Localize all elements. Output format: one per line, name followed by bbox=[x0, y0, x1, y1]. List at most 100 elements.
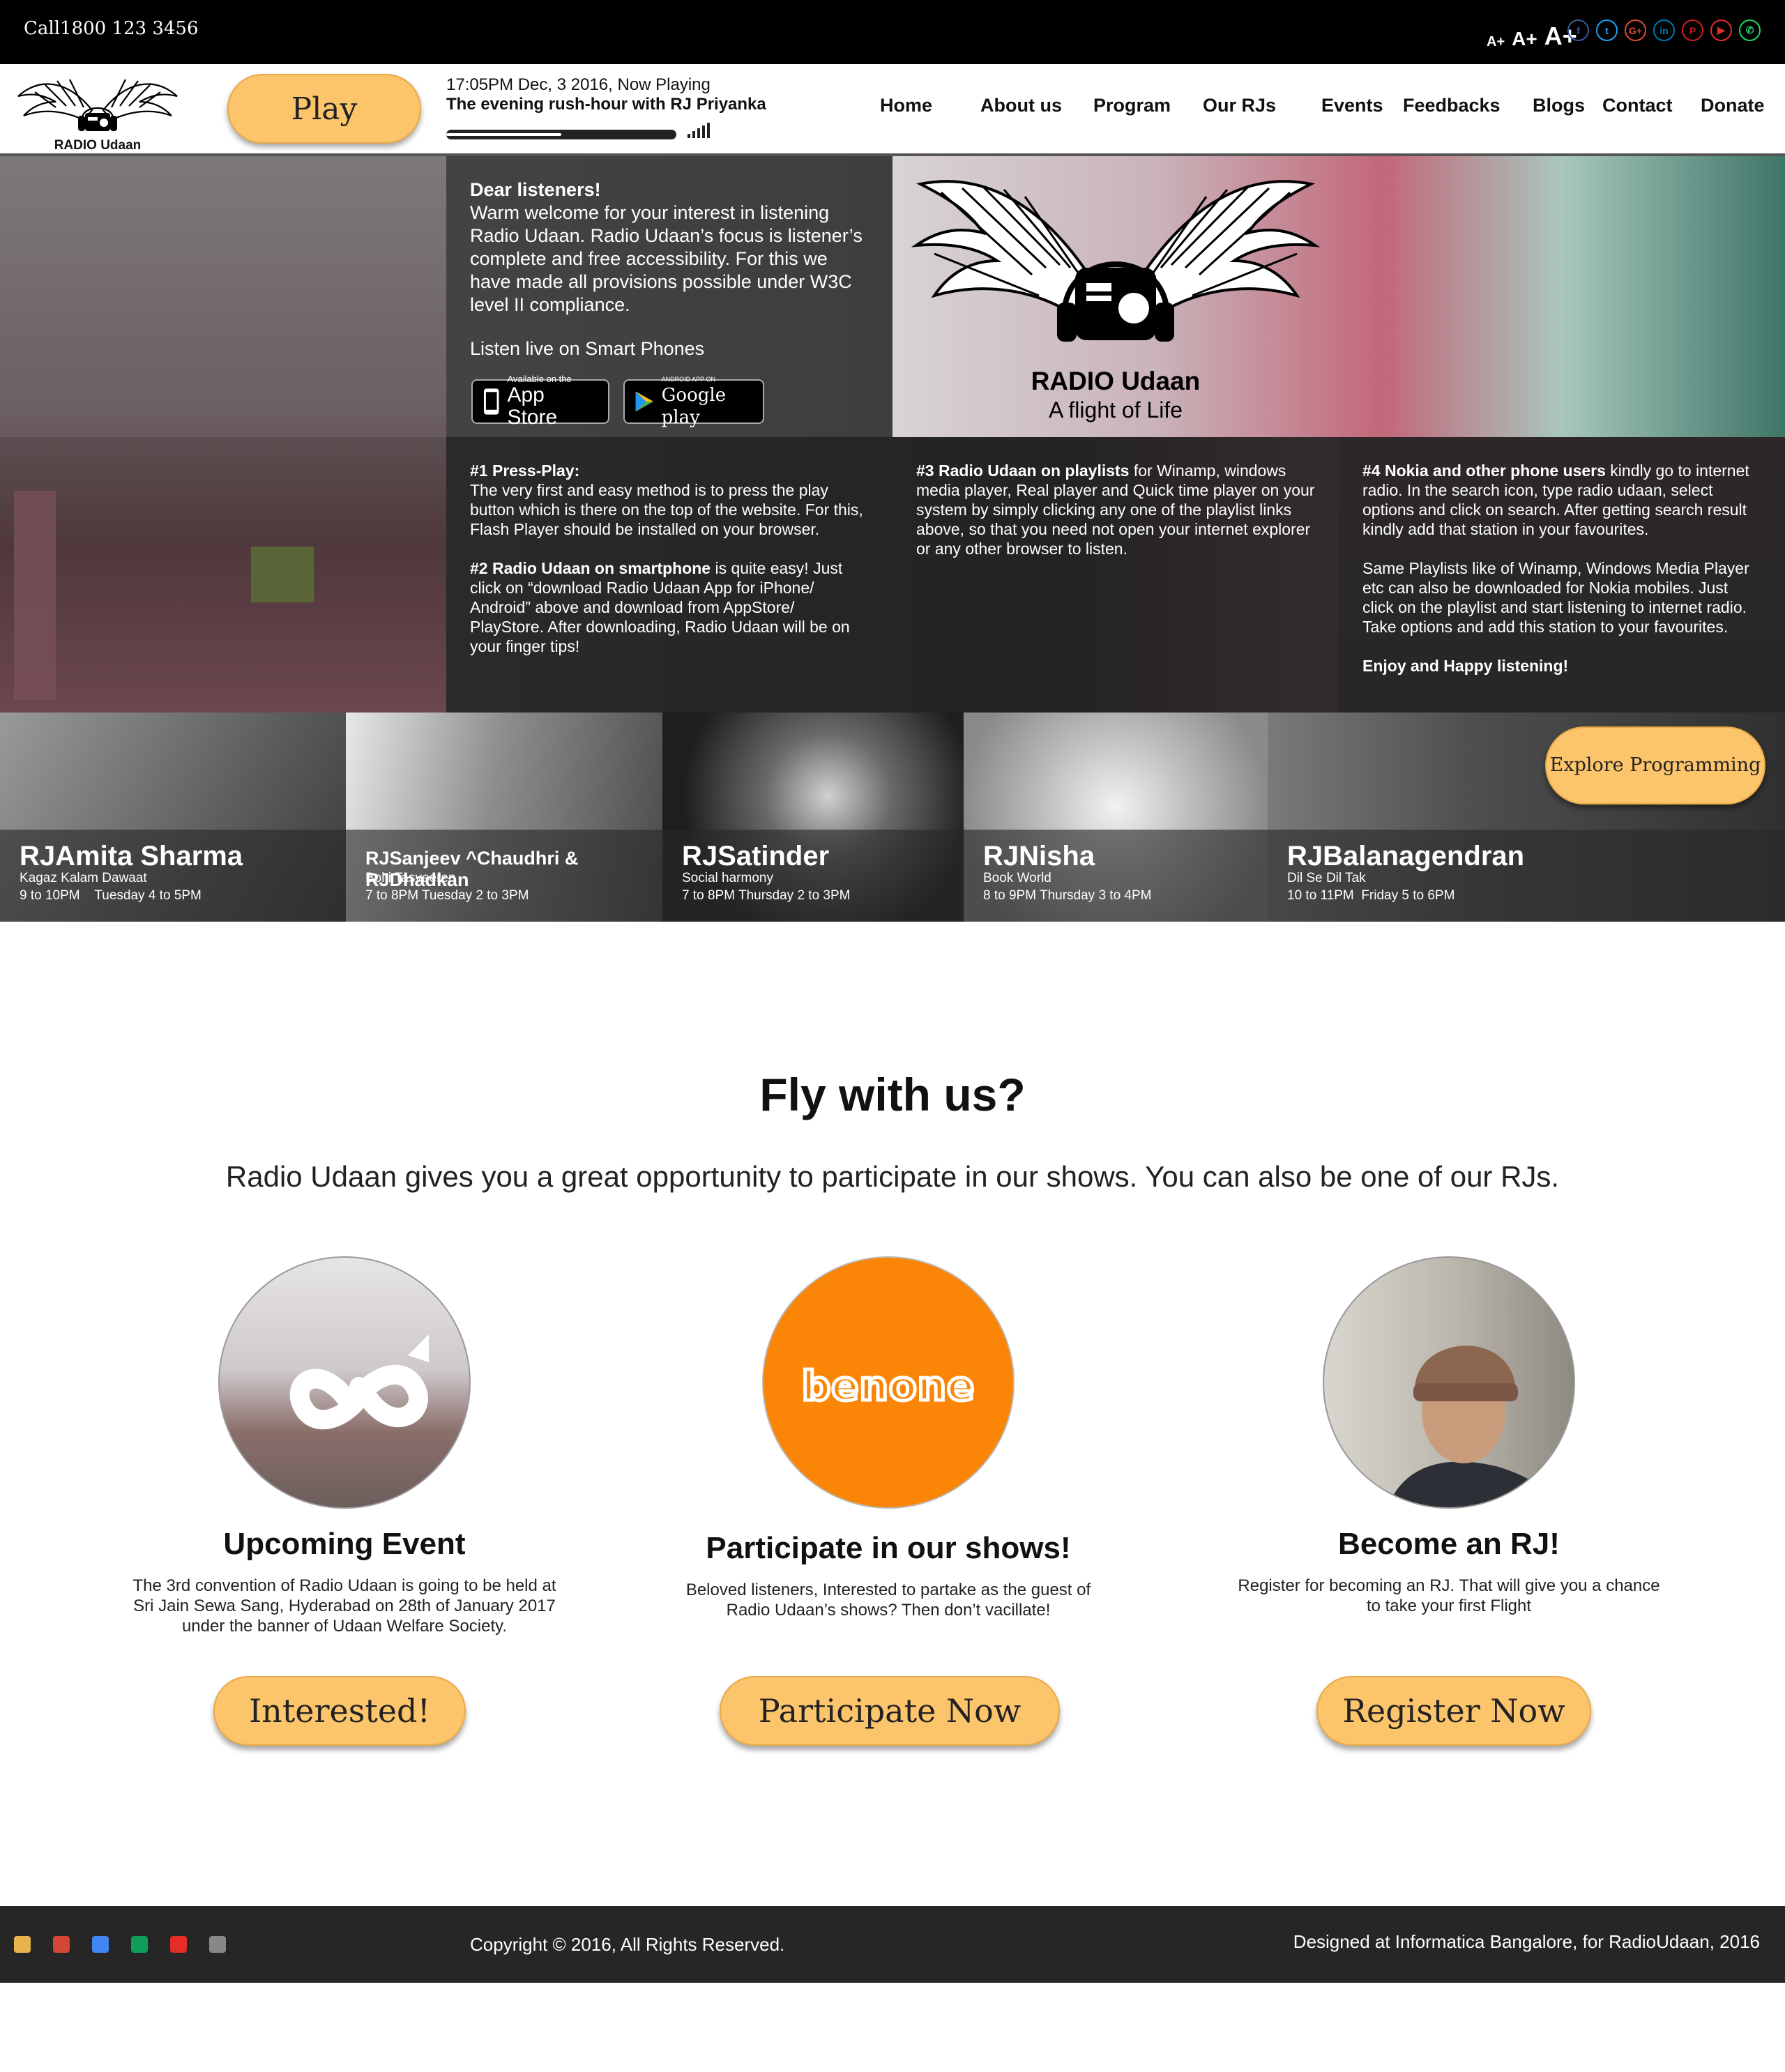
social-links: f t G+ in P ▶ ✆ bbox=[1567, 20, 1761, 41]
card-title: Participate in our shows! bbox=[706, 1531, 1071, 1565]
step4-more: Same Playlists like of Winamp, Windows M… bbox=[1362, 559, 1749, 636]
infinity-logo-icon bbox=[289, 1334, 429, 1430]
facebook-icon[interactable]: f bbox=[1567, 20, 1589, 41]
participate-image: benone bbox=[762, 1256, 1015, 1509]
google-play-icon bbox=[635, 391, 653, 412]
rj-name: RJSatinder bbox=[682, 841, 830, 871]
rj-show: Bolti Tasveeren bbox=[365, 871, 456, 885]
step1-title: #1 Press-Play: bbox=[470, 462, 580, 480]
footer-app-icons bbox=[14, 1936, 226, 1953]
rj-time: 9 to 10PM Tuesday 4 to 5PM bbox=[20, 888, 202, 903]
volume-signal-icon[interactable] bbox=[688, 121, 710, 138]
playback-progress-bar[interactable] bbox=[446, 130, 676, 139]
participate-now-button[interactable]: Participate Now bbox=[720, 1676, 1060, 1746]
step2-title: #2 Radio Udaan on smartphone bbox=[470, 559, 711, 577]
card-title: Upcoming Event bbox=[223, 1527, 466, 1561]
nav-blogs[interactable]: Blogs bbox=[1533, 95, 1585, 116]
person-beanie-image bbox=[1388, 1346, 1560, 1507]
nav-our-rjs[interactable]: Our RJs bbox=[1203, 95, 1276, 116]
rj-show: Kagaz Kalam Dawaat bbox=[20, 871, 147, 885]
step3-title: #3 Radio Udaan on playlists bbox=[916, 462, 1130, 480]
rj-card[interactable]: RJAmita Sharma Kagaz Kalam Dawaat 9 to 1… bbox=[0, 713, 346, 922]
google-play-small-text: ANDROID APP ON bbox=[661, 376, 716, 383]
app-store-big-text: App Store bbox=[507, 383, 558, 429]
whatsapp-icon[interactable]: ✆ bbox=[1739, 20, 1761, 41]
card-description: The 3rd convention of Radio Udaan is goi… bbox=[132, 1576, 556, 1636]
call-number[interactable]: Call1800 123 3456 bbox=[24, 18, 199, 39]
youtube-icon[interactable]: ▶ bbox=[1710, 20, 1732, 41]
linkedin-icon[interactable]: in bbox=[1653, 20, 1675, 41]
steps-panel-3: #4 Nokia and other phone users kindly go… bbox=[1339, 437, 1785, 713]
twitter-icon[interactable]: t bbox=[1596, 20, 1618, 41]
card-description: Beloved listeners, Interested to partake… bbox=[685, 1580, 1091, 1620]
play-button[interactable]: Play bbox=[227, 74, 421, 144]
google-play-button[interactable]: ANDROID APP ON Google play bbox=[623, 376, 764, 428]
chrome-icon[interactable] bbox=[14, 1936, 31, 1953]
nav-events[interactable]: Events bbox=[1321, 95, 1383, 116]
rj-show: Dil Se Dil Tak bbox=[1287, 871, 1366, 885]
fly-section-title: Fly with us? bbox=[759, 1069, 1026, 1120]
rj-time: 7 to 8PM Thursday 2 to 3PM bbox=[682, 888, 851, 903]
become-rj-card: Become an RJ! Register for becoming an R… bbox=[1198, 1256, 1700, 1616]
listen-live-label: Listen live on Smart Phones bbox=[470, 338, 705, 359]
gmail-icon[interactable] bbox=[53, 1936, 70, 1953]
rj-card[interactable]: RJNisha Book World 8 to 9PM Thursday 3 t… bbox=[964, 713, 1268, 922]
card-description: Register for becoming an RJ. That will g… bbox=[1238, 1576, 1660, 1615]
welcome-title: Dear listeners! bbox=[470, 179, 601, 200]
progress-fill bbox=[446, 133, 561, 136]
radio-udaan-logo[interactable]: RADIO Udaan bbox=[14, 68, 181, 153]
fly-section-subtitle: Radio Udaan gives you a great opportunit… bbox=[225, 1160, 1560, 1193]
nav-home[interactable]: Home bbox=[880, 95, 932, 116]
steps-panel-1: #1 Press-Play: The very first and easy me… bbox=[446, 437, 892, 713]
winged-radio-icon bbox=[17, 79, 178, 131]
explore-programming-button[interactable]: Explore Programming bbox=[1545, 726, 1765, 805]
rj-name: RJAmita Sharma bbox=[20, 841, 243, 871]
iphone-icon bbox=[483, 388, 499, 415]
app-store-button[interactable]: Available on the App Store bbox=[471, 374, 609, 429]
rj-strip: RJAmita Sharma Kagaz Kalam Dawaat 9 to 1… bbox=[0, 713, 1785, 922]
rj-time: 8 to 9PM Thursday 3 to 4PM bbox=[983, 888, 1152, 903]
apps-grid-icon[interactable] bbox=[209, 1936, 226, 1953]
register-now-button[interactable]: Register Now bbox=[1316, 1676, 1591, 1746]
rj-name: RJNisha bbox=[983, 841, 1095, 871]
font-decrease-button[interactable]: A+ bbox=[1487, 35, 1505, 49]
brand-name: RADIO Udaan bbox=[1031, 367, 1201, 395]
welcome-panel: Dear listeners! Warm welcome for your in… bbox=[446, 156, 892, 437]
nav-about-us[interactable]: About us bbox=[980, 95, 1062, 116]
participate-card: benone Participate in our shows! Beloved… bbox=[637, 1256, 1139, 1620]
site-header: RADIO Udaan Play 17:05PM Dec, 3 2016, No… bbox=[0, 64, 1785, 156]
drive-icon[interactable] bbox=[131, 1936, 148, 1953]
rj-card[interactable]: RJSanjeev ^Chaudhri & RJDhadkan Bolti Ta… bbox=[346, 713, 662, 922]
youtube-icon[interactable] bbox=[170, 1936, 187, 1953]
rj-card[interactable]: RJSatinder Social harmony 7 to 8PM Thurs… bbox=[662, 713, 964, 922]
font-normal-button[interactable]: A+ bbox=[1512, 29, 1537, 49]
winged-radio-logo-icon bbox=[911, 180, 1321, 342]
google-play-big-text: Google play bbox=[661, 385, 727, 428]
upcoming-event-card: Upcoming Event The 3rd convention of Rad… bbox=[93, 1256, 595, 1636]
designed-by-text: Designed at Informatica Bangalore, for R… bbox=[1293, 1931, 1760, 1952]
rj-show: Social harmony bbox=[682, 871, 773, 885]
rj-name: RJBalanagendran bbox=[1287, 841, 1525, 871]
logo-text: RADIO Udaan bbox=[54, 138, 142, 153]
rj-show: Book World bbox=[983, 871, 1051, 885]
hero-section: Dear listeners! Warm welcome for your in… bbox=[0, 156, 1785, 713]
upcoming-event-image bbox=[218, 1256, 471, 1509]
become-rj-image bbox=[1323, 1256, 1575, 1509]
nav-program[interactable]: Program bbox=[1093, 95, 1171, 116]
google-plus-icon[interactable]: G+ bbox=[1625, 20, 1646, 41]
interested-button[interactable]: Interested! bbox=[213, 1676, 466, 1746]
nav-donate[interactable]: Donate bbox=[1701, 95, 1765, 116]
app-store-small-text: Available on the bbox=[507, 374, 572, 384]
site-footer: Copyright © 2016, All Rights Reserved. D… bbox=[0, 1906, 1785, 1983]
brand-block: RADIO Udaan A flight of Life bbox=[892, 367, 1339, 424]
font-size-controls: A+ A+ A+ bbox=[1487, 15, 1577, 49]
nav-feedbacks[interactable]: Feedbacks bbox=[1403, 95, 1501, 116]
rj-time: 10 to 11PM Friday 5 to 6PM bbox=[1287, 888, 1455, 903]
welcome-body: Warm welcome for your interest in listen… bbox=[470, 202, 863, 315]
hero-left-strip bbox=[0, 437, 446, 713]
google-icon[interactable] bbox=[92, 1936, 109, 1953]
pinterest-icon[interactable]: P bbox=[1682, 20, 1703, 41]
steps-panel-2: #3 Radio Udaan on playlists for Winamp, … bbox=[892, 437, 1339, 713]
rj-time: 7 to 8PM Tuesday 2 to 3PM bbox=[365, 888, 529, 903]
nav-contact[interactable]: Contact bbox=[1602, 95, 1673, 116]
